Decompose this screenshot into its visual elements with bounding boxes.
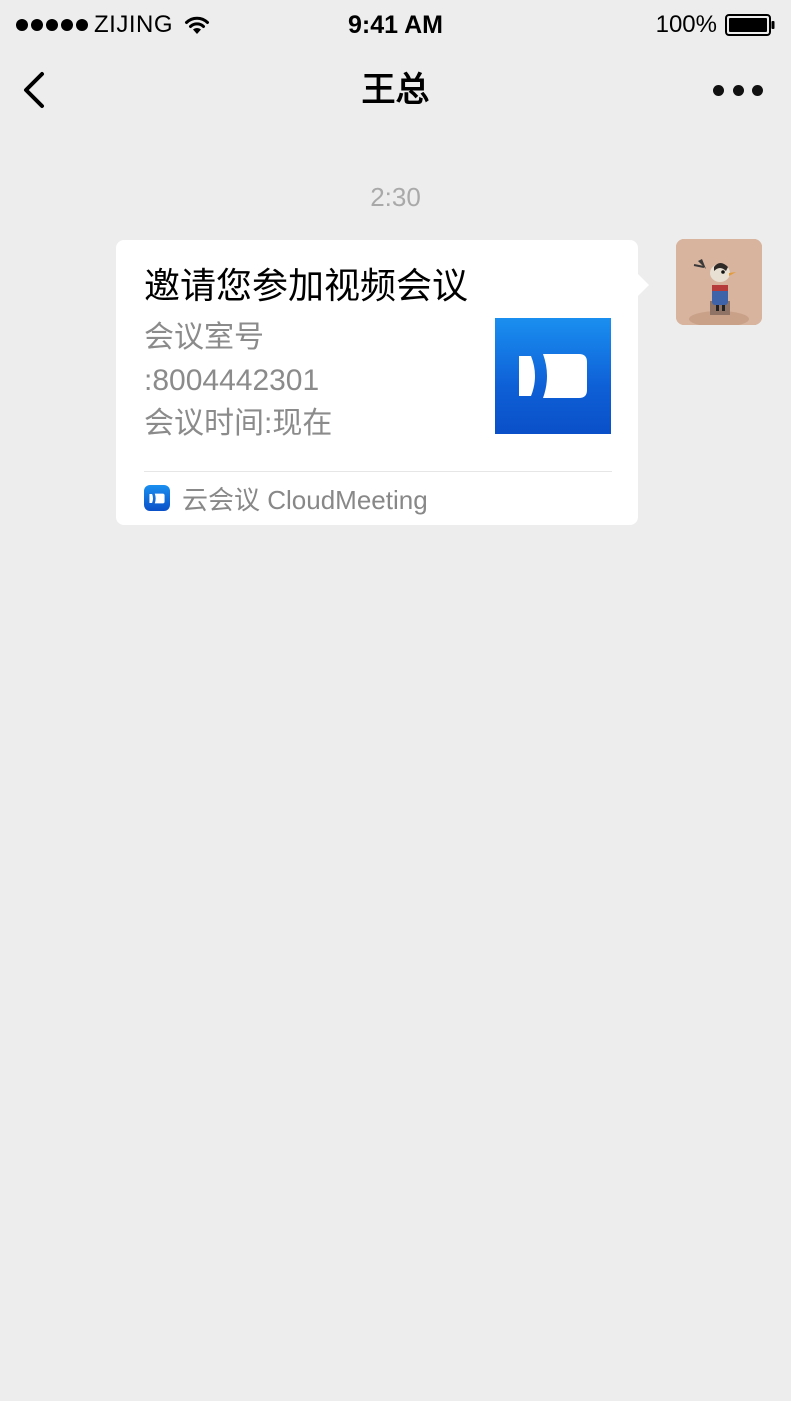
card-footer: 云会议 CloudMeeting <box>144 480 428 516</box>
invite-line-number: :8004442301 <box>144 364 320 397</box>
cloud-meeting-app-icon <box>144 485 170 511</box>
bird-avatar-icon <box>676 239 762 325</box>
meeting-invite-card[interactable]: 邀请您参加视频会议 会议室号 :8004442301 会议时间:现在 云会议 C… <box>116 240 649 525</box>
bubble-tail <box>638 274 649 296</box>
chat-title: 王总 <box>361 71 430 109</box>
more-options-button[interactable] <box>713 78 763 102</box>
battery-percentage: 100% <box>655 11 717 38</box>
nav-bar: 王总 <box>0 50 791 134</box>
more-dot-icon <box>732 84 744 96</box>
invite-line-room: 会议室号 <box>144 321 264 354</box>
app-source-label: 云会议 CloudMeeting <box>182 484 428 515</box>
card-divider <box>144 471 612 472</box>
message-timestamp: 2:30 <box>370 182 421 212</box>
video-camera-icon <box>519 354 587 398</box>
more-dot-icon <box>752 84 763 96</box>
status-bar: ZIJING 9:41 AM 100% <box>0 0 791 50</box>
more-dot-icon <box>713 84 724 96</box>
status-right: 100% <box>656 10 775 40</box>
invite-line-time: 会议时间:现在 <box>144 407 333 440</box>
invite-description: 会议室号 :8004442301 会议时间:现在 <box>144 316 474 445</box>
battery-icon <box>725 14 775 36</box>
video-meeting-thumbnail <box>495 318 611 434</box>
invite-title: 邀请您参加视频会议 <box>144 265 469 306</box>
avatar[interactable] <box>676 239 762 325</box>
